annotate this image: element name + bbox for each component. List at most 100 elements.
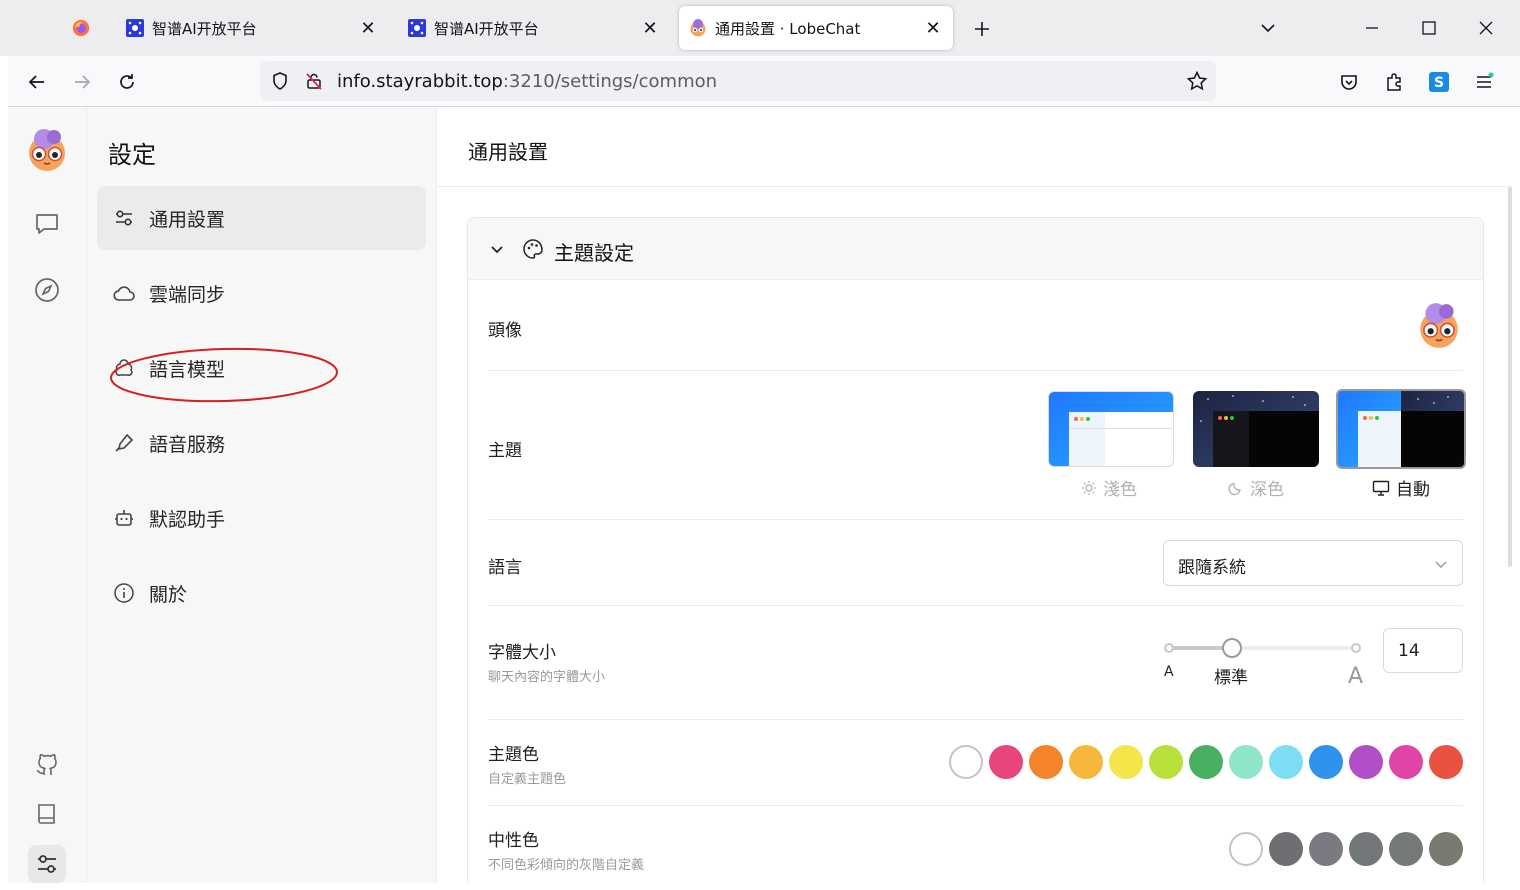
nav-rail bbox=[8, 107, 87, 883]
primary-color-swatch[interactable] bbox=[949, 745, 983, 779]
insecure-lock-icon[interactable] bbox=[304, 71, 324, 91]
tab-lobechat[interactable]: 通用設置 · LobeChat ✕ bbox=[679, 6, 953, 50]
primary-color-swatch[interactable] bbox=[1349, 745, 1383, 779]
close-window-icon[interactable] bbox=[1472, 14, 1500, 42]
primary-color-swatch[interactable] bbox=[1269, 745, 1303, 779]
neutral-color-swatch[interactable] bbox=[1269, 832, 1303, 866]
reload-icon[interactable] bbox=[113, 68, 141, 96]
primary-color-swatch[interactable] bbox=[1429, 745, 1463, 779]
dark-theme-preview bbox=[1193, 391, 1319, 467]
neutral-color-swatch[interactable] bbox=[1389, 832, 1423, 866]
back-arrow-icon[interactable] bbox=[23, 68, 51, 96]
auto-theme-preview bbox=[1338, 391, 1464, 467]
theme-auto-label: 自動 bbox=[1396, 480, 1430, 500]
tab-label: 智谱AI开放平台 bbox=[434, 19, 539, 38]
primary-color-swatch[interactable] bbox=[1389, 745, 1423, 779]
extensions-icon[interactable] bbox=[1380, 68, 1408, 96]
lobechat-logo-icon bbox=[690, 19, 706, 37]
primary-color-swatch[interactable] bbox=[1149, 745, 1183, 779]
slider-mark-min[interactable] bbox=[1164, 643, 1174, 653]
s-extension-icon[interactable]: S bbox=[1425, 68, 1453, 96]
github-icon bbox=[36, 754, 57, 775]
minimize-icon[interactable] bbox=[1358, 14, 1386, 42]
maximize-icon[interactable] bbox=[1415, 14, 1443, 42]
primary-color-swatch[interactable] bbox=[1029, 745, 1063, 779]
mic-icon bbox=[112, 431, 136, 455]
theme-dark-caption[interactable]: 深色 bbox=[1228, 475, 1284, 500]
slider-mark-max-label: A bbox=[1348, 664, 1364, 689]
settings-nav-button[interactable] bbox=[28, 845, 66, 883]
theme-light-caption[interactable]: 淺色 bbox=[1081, 475, 1137, 500]
font-size-row: 字體大小 聊天內容的字體大小 A 標準 A 14 bbox=[488, 606, 1463, 720]
primary-color-swatch[interactable] bbox=[1229, 745, 1263, 779]
shield-icon[interactable] bbox=[270, 71, 290, 91]
primary-color-swatch[interactable] bbox=[1069, 745, 1103, 779]
sidebar-item-about[interactable]: 關於 bbox=[97, 561, 426, 625]
primary-color-swatch[interactable] bbox=[989, 745, 1023, 779]
sidebar-item-cloud-sync[interactable]: 雲端同步 bbox=[97, 261, 426, 325]
theme-option-dark[interactable] bbox=[1193, 391, 1319, 467]
sidebar-item-label: 語音服務 bbox=[149, 433, 226, 456]
sidebar-item-tts[interactable]: 語音服務 bbox=[97, 411, 426, 475]
slider-mark-max[interactable] bbox=[1351, 643, 1361, 653]
font-size-input[interactable]: 14 bbox=[1383, 628, 1463, 673]
book-icon bbox=[38, 804, 55, 824]
sliders-icon bbox=[38, 855, 56, 873]
primary-color-description: 自定義主題色 bbox=[488, 772, 567, 787]
url-path: :3210/settings/common bbox=[502, 71, 718, 92]
language-select[interactable]: 跟隨系統 bbox=[1163, 540, 1463, 586]
font-size-input-value: 14 bbox=[1398, 641, 1420, 661]
theme-option-light[interactable] bbox=[1048, 391, 1174, 467]
light-theme-preview bbox=[1049, 392, 1173, 466]
primary-color-swatch[interactable] bbox=[1109, 745, 1143, 779]
avatar-picker[interactable] bbox=[1415, 300, 1463, 350]
address-bar[interactable]: info.stayrabbit.top:3210/settings/common bbox=[260, 61, 1216, 101]
new-tab-icon[interactable] bbox=[968, 15, 996, 43]
chat-nav-button[interactable] bbox=[28, 205, 66, 243]
tab-zhipu-2[interactable]: 智谱AI开放平台 ✕ bbox=[398, 6, 670, 50]
firefox-icon bbox=[72, 19, 90, 37]
forward-arrow-icon[interactable] bbox=[68, 68, 96, 96]
close-tab-icon[interactable]: ✕ bbox=[921, 16, 945, 40]
tab-zhipu-1[interactable]: 智谱AI开放平台 ✕ bbox=[116, 6, 388, 50]
svg-text:S: S bbox=[1434, 75, 1444, 91]
list-tabs-chevron-icon[interactable] bbox=[1254, 14, 1282, 42]
neutral-color-swatch[interactable] bbox=[1349, 832, 1383, 866]
font-size-slider-handle[interactable] bbox=[1222, 638, 1242, 658]
font-size-label: 字體大小 bbox=[488, 643, 556, 663]
close-tab-icon[interactable]: ✕ bbox=[356, 16, 380, 40]
neutral-color-swatch[interactable] bbox=[1309, 832, 1343, 866]
zhipu-logo-icon bbox=[126, 19, 144, 37]
scrollbar[interactable] bbox=[1508, 187, 1512, 567]
sidebar-item-default-agent[interactable]: 默認助手 bbox=[97, 486, 426, 550]
neutral-color-swatch[interactable] bbox=[1429, 832, 1463, 866]
pocket-icon[interactable] bbox=[1335, 68, 1363, 96]
sidebar-item-common[interactable]: 通用設置 bbox=[97, 186, 426, 250]
avatar[interactable] bbox=[24, 127, 70, 173]
primary-color-swatch[interactable] bbox=[1189, 745, 1223, 779]
slider-mark-min-label: A bbox=[1164, 664, 1174, 680]
lobechat-app: 設定 通用設置 雲端同步 語言模型 語音服務 默認助手 關於 通用設置 主題設定… bbox=[8, 107, 1512, 883]
primary-color-swatch[interactable] bbox=[1309, 745, 1343, 779]
close-tab-icon[interactable]: ✕ bbox=[638, 16, 662, 40]
theme-label: 主題 bbox=[488, 441, 522, 461]
github-link-button[interactable] bbox=[28, 745, 66, 783]
section-header[interactable]: 主題設定 bbox=[468, 218, 1483, 280]
url-text[interactable]: info.stayrabbit.top:3210/settings/common bbox=[337, 71, 717, 92]
chevron-down-icon[interactable] bbox=[488, 240, 506, 258]
theme-option-auto[interactable] bbox=[1336, 389, 1466, 469]
theme-light-label: 淺色 bbox=[1103, 480, 1137, 500]
cloud-icon bbox=[112, 281, 136, 305]
tab-firefox[interactable] bbox=[62, 6, 102, 50]
menu-icon[interactable] bbox=[1470, 68, 1498, 96]
docs-link-button[interactable] bbox=[28, 795, 66, 833]
bookmark-star-icon[interactable] bbox=[1186, 70, 1208, 92]
theme-dark-label: 深色 bbox=[1250, 480, 1284, 500]
user-avatar-icon bbox=[29, 129, 65, 171]
neutral-color-row: 中性色 不同色彩傾向的灰階自定義 bbox=[488, 806, 1463, 883]
neutral-color-swatch[interactable] bbox=[1229, 832, 1263, 866]
discover-nav-button[interactable] bbox=[28, 271, 66, 309]
sidebar-item-label: 默認助手 bbox=[149, 508, 226, 531]
theme-auto-caption[interactable]: 自動 bbox=[1372, 475, 1430, 500]
info-icon bbox=[112, 581, 136, 605]
